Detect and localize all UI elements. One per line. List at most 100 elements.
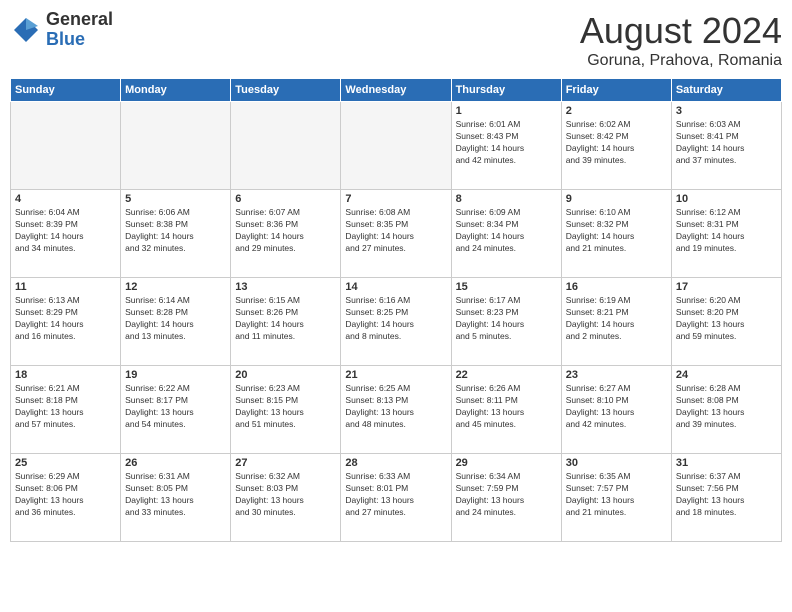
calendar-table: SundayMondayTuesdayWednesdayThursdayFrid…	[10, 78, 782, 542]
day-number: 25	[15, 457, 116, 469]
day-number: 13	[235, 281, 336, 293]
calendar-cell: 27 Sunrise: 6:32 AMSunset: 8:03 PMDayligh…	[231, 454, 341, 542]
day-info: Sunrise: 6:09 AMSunset: 8:34 PMDaylight:…	[456, 207, 557, 255]
calendar-cell: 17 Sunrise: 6:20 AMSunset: 8:20 PMDayligh…	[671, 278, 781, 366]
day-info: Sunrise: 6:23 AMSunset: 8:15 PMDaylight:…	[235, 383, 336, 431]
calendar-cell: 10 Sunrise: 6:12 AMSunset: 8:31 PMDayligh…	[671, 190, 781, 278]
day-number: 12	[125, 281, 226, 293]
day-info: Sunrise: 6:31 AMSunset: 8:05 PMDaylight:…	[125, 471, 226, 519]
calendar-cell: 1 Sunrise: 6:01 AMSunset: 8:43 PMDaylight…	[451, 102, 561, 190]
weekday-header-friday: Friday	[561, 79, 671, 102]
day-number: 27	[235, 457, 336, 469]
calendar-cell: 16 Sunrise: 6:19 AMSunset: 8:21 PMDayligh…	[561, 278, 671, 366]
day-number: 24	[676, 369, 777, 381]
weekday-header-sunday: Sunday	[11, 79, 121, 102]
calendar-cell: 18 Sunrise: 6:21 AMSunset: 8:18 PMDayligh…	[11, 366, 121, 454]
weekday-header-tuesday: Tuesday	[231, 79, 341, 102]
calendar-cell: 28Sunrise: 6:33 AMSunset: 8:01 PMDayligh…	[341, 454, 451, 542]
day-number: 22	[456, 369, 557, 381]
day-info: Sunrise: 6:22 AMSunset: 8:17 PMDaylight:…	[125, 383, 226, 431]
day-info: Sunrise: 6:34 AMSunset: 7:59 PMDaylight:…	[456, 471, 557, 519]
weekday-header-saturday: Saturday	[671, 79, 781, 102]
day-number: 8	[456, 193, 557, 205]
calendar-cell: 26 Sunrise: 6:31 AMSunset: 8:05 PMDayligh…	[121, 454, 231, 542]
calendar-cell	[341, 102, 451, 190]
calendar-cell: 29Sunrise: 6:34 AMSunset: 7:59 PMDayligh…	[451, 454, 561, 542]
logo: General Blue	[10, 10, 113, 50]
day-number: 23	[566, 369, 667, 381]
day-info: Sunrise: 6:32 AMSunset: 8:03 PMDaylight:…	[235, 471, 336, 519]
day-info: Sunrise: 6:37 AMSunset: 7:56 PMDaylight:…	[676, 471, 777, 519]
calendar-cell: 19 Sunrise: 6:22 AMSunset: 8:17 PMDayligh…	[121, 366, 231, 454]
day-number: 2	[566, 105, 667, 117]
calendar-cell: 6Sunrise: 6:07 AMSunset: 8:36 PMDaylight…	[231, 190, 341, 278]
calendar-week-row: 11Sunrise: 6:13 AMSunset: 8:29 PMDayligh…	[11, 278, 782, 366]
day-info: Sunrise: 6:13 AMSunset: 8:29 PMDaylight:…	[15, 295, 116, 343]
day-info: Sunrise: 6:15 AMSunset: 8:26 PMDaylight:…	[235, 295, 336, 343]
logo-icon	[10, 14, 42, 46]
day-info: Sunrise: 6:28 AMSunset: 8:08 PMDaylight:…	[676, 383, 777, 431]
day-info: Sunrise: 6:06 AMSunset: 8:38 PMDaylight:…	[125, 207, 226, 255]
calendar-cell: 7Sunrise: 6:08 AMSunset: 8:35 PMDaylight…	[341, 190, 451, 278]
day-number: 17	[676, 281, 777, 293]
logo-general-text: General	[46, 10, 113, 30]
weekday-header-thursday: Thursday	[451, 79, 561, 102]
calendar-cell: 31Sunrise: 6:37 AMSunset: 7:56 PMDayligh…	[671, 454, 781, 542]
calendar-cell: 20Sunrise: 6:23 AMSunset: 8:15 PMDayligh…	[231, 366, 341, 454]
day-number: 21	[345, 369, 446, 381]
calendar-week-row: 4 Sunrise: 6:04 AMSunset: 8:39 PMDaylight…	[11, 190, 782, 278]
day-number: 4	[15, 193, 116, 205]
day-info: Sunrise: 6:12 AMSunset: 8:31 PMDaylight:…	[676, 207, 777, 255]
day-info: Sunrise: 6:17 AMSunset: 8:23 PMDaylight:…	[456, 295, 557, 343]
calendar-cell: 13 Sunrise: 6:15 AMSunset: 8:26 PMDayligh…	[231, 278, 341, 366]
calendar-week-row: 1 Sunrise: 6:01 AMSunset: 8:43 PMDaylight…	[11, 102, 782, 190]
calendar-cell: 2 Sunrise: 6:02 AMSunset: 8:42 PMDaylight…	[561, 102, 671, 190]
day-info: Sunrise: 6:04 AMSunset: 8:39 PMDaylight:…	[15, 207, 116, 255]
calendar-cell: 15 Sunrise: 6:17 AMSunset: 8:23 PMDayligh…	[451, 278, 561, 366]
calendar-cell: 14 Sunrise: 6:16 AMSunset: 8:25 PMDayligh…	[341, 278, 451, 366]
day-number: 19	[125, 369, 226, 381]
calendar-cell: 21Sunrise: 6:25 AMSunset: 8:13 PMDayligh…	[341, 366, 451, 454]
day-number: 14	[345, 281, 446, 293]
calendar-cell: 25Sunrise: 6:29 AMSunset: 8:06 PMDayligh…	[11, 454, 121, 542]
day-number: 18	[15, 369, 116, 381]
calendar-cell: 24 Sunrise: 6:28 AMSunset: 8:08 PMDayligh…	[671, 366, 781, 454]
location: Goruna, Prahova, Romania	[580, 52, 782, 70]
calendar-cell	[231, 102, 341, 190]
day-number: 6	[235, 193, 336, 205]
calendar-cell: 12 Sunrise: 6:14 AMSunset: 8:28 PMDayligh…	[121, 278, 231, 366]
day-number: 16	[566, 281, 667, 293]
day-number: 7	[345, 193, 446, 205]
calendar-week-row: 25Sunrise: 6:29 AMSunset: 8:06 PMDayligh…	[11, 454, 782, 542]
day-info: Sunrise: 6:20 AMSunset: 8:20 PMDaylight:…	[676, 295, 777, 343]
day-info: Sunrise: 6:21 AMSunset: 8:18 PMDaylight:…	[15, 383, 116, 431]
day-number: 5	[125, 193, 226, 205]
weekday-header-monday: Monday	[121, 79, 231, 102]
calendar-cell: 5 Sunrise: 6:06 AMSunset: 8:38 PMDaylight…	[121, 190, 231, 278]
day-number: 3	[676, 105, 777, 117]
day-number: 30	[566, 457, 667, 469]
calendar-cell: 9Sunrise: 6:10 AMSunset: 8:32 PMDaylight…	[561, 190, 671, 278]
title-block: August 2024 Goruna, Prahova, Romania	[580, 10, 782, 70]
weekday-header-row: SundayMondayTuesdayWednesdayThursdayFrid…	[11, 79, 782, 102]
day-info: Sunrise: 6:16 AMSunset: 8:25 PMDaylight:…	[345, 295, 446, 343]
day-number: 28	[345, 457, 446, 469]
day-number: 26	[125, 457, 226, 469]
weekday-header-wednesday: Wednesday	[341, 79, 451, 102]
day-number: 1	[456, 105, 557, 117]
day-info: Sunrise: 6:02 AMSunset: 8:42 PMDaylight:…	[566, 119, 667, 167]
calendar-cell: 30Sunrise: 6:35 AMSunset: 7:57 PMDayligh…	[561, 454, 671, 542]
day-info: Sunrise: 6:19 AMSunset: 8:21 PMDaylight:…	[566, 295, 667, 343]
calendar-cell	[121, 102, 231, 190]
calendar-cell: 11Sunrise: 6:13 AMSunset: 8:29 PMDayligh…	[11, 278, 121, 366]
day-info: Sunrise: 6:01 AMSunset: 8:43 PMDaylight:…	[456, 119, 557, 167]
calendar-cell: 22Sunrise: 6:26 AMSunset: 8:11 PMDayligh…	[451, 366, 561, 454]
day-number: 15	[456, 281, 557, 293]
day-info: Sunrise: 6:10 AMSunset: 8:32 PMDaylight:…	[566, 207, 667, 255]
calendar-cell: 8 Sunrise: 6:09 AMSunset: 8:34 PMDaylight…	[451, 190, 561, 278]
calendar-cell	[11, 102, 121, 190]
calendar-cell: 3Sunrise: 6:03 AMSunset: 8:41 PMDaylight…	[671, 102, 781, 190]
day-number: 10	[676, 193, 777, 205]
calendar-cell: 4 Sunrise: 6:04 AMSunset: 8:39 PMDaylight…	[11, 190, 121, 278]
day-info: Sunrise: 6:14 AMSunset: 8:28 PMDaylight:…	[125, 295, 226, 343]
